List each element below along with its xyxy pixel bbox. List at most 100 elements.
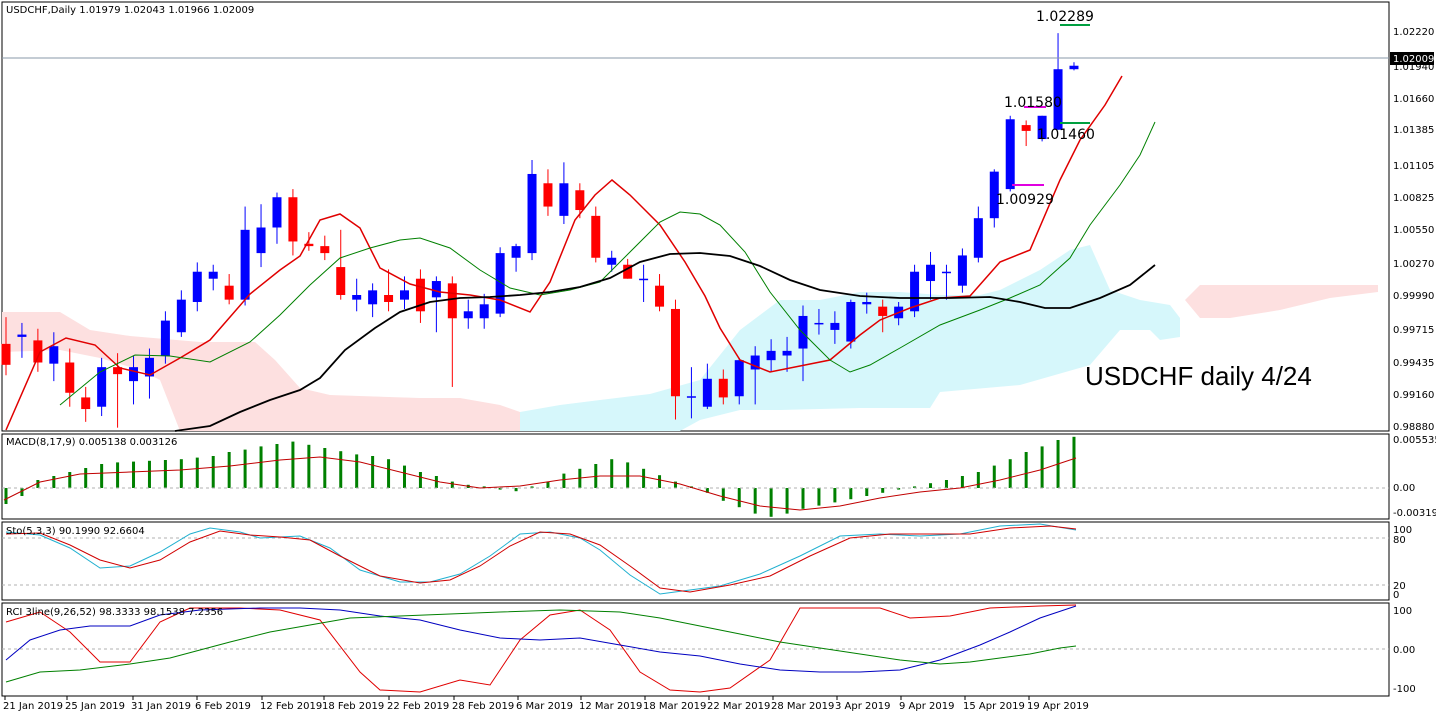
macd-bar	[610, 459, 614, 488]
candle-body	[718, 378, 728, 398]
time-tick: 3 Apr 2019	[835, 701, 890, 712]
macd-bar	[147, 460, 151, 488]
candle-body	[607, 257, 617, 265]
macd-bar	[116, 462, 120, 488]
macd-bar	[52, 476, 56, 488]
price-tick: 0.99715	[1393, 325, 1434, 336]
macd-bar	[849, 488, 853, 500]
candle-body	[224, 285, 234, 300]
candle-body	[192, 271, 202, 302]
candle-body	[17, 334, 27, 337]
macd-bar	[418, 472, 422, 488]
macd-bar	[179, 459, 183, 488]
price-tick: 1.00550	[1393, 225, 1434, 236]
time-tick: 18 Feb 2019	[322, 701, 384, 712]
macd-bar	[753, 488, 757, 514]
price-tick: 0.99990	[1393, 291, 1434, 302]
macd-tick: -0.003199	[1393, 508, 1436, 519]
candle-body	[479, 304, 489, 319]
time-tick: 25 Jan 2019	[65, 701, 125, 712]
price-tick: 1.00270	[1393, 259, 1434, 270]
candle-body	[384, 295, 394, 302]
macd-histogram	[4, 436, 1076, 517]
time-tick: 12 Mar 2019	[579, 701, 642, 712]
time-tick: 19 Apr 2019	[1027, 701, 1089, 712]
candle-body	[639, 278, 649, 281]
macd-bar	[132, 461, 136, 488]
annotation-peak2: 1.01580	[1004, 95, 1062, 111]
macd-bar	[227, 452, 231, 488]
candle-body	[320, 246, 330, 254]
candle-body	[941, 271, 951, 274]
time-tick: 22 Feb 2019	[387, 701, 449, 712]
candle-body	[670, 308, 680, 397]
macd-bar	[1072, 436, 1076, 488]
macd-bar	[323, 448, 327, 488]
candle-body	[830, 322, 840, 330]
candle-body	[65, 362, 75, 393]
macd-bar	[881, 488, 885, 493]
time-tick: 22 Mar 2019	[707, 701, 770, 712]
rci-long-line	[5, 609, 1077, 683]
candle-body	[1005, 119, 1015, 190]
macd-bar	[339, 451, 343, 488]
time-tick: 6 Mar 2019	[516, 701, 573, 712]
macd-bar	[387, 459, 391, 488]
candle-body	[543, 183, 553, 207]
time-tick: 6 Feb 2019	[195, 701, 251, 712]
candle-body	[336, 267, 346, 295]
macd-bar	[976, 472, 980, 488]
candle-body	[431, 281, 441, 298]
rci-tick: 100	[1393, 606, 1412, 617]
candle-body	[1069, 65, 1079, 70]
candle-body	[798, 315, 808, 349]
macd-tick: 0.005535	[1393, 435, 1436, 446]
candle-body	[49, 346, 59, 364]
candle-body	[782, 350, 792, 356]
candle-body	[734, 360, 744, 397]
macd-bar	[737, 488, 741, 508]
macd-bar	[944, 480, 948, 488]
rci-tick: 0.00	[1393, 645, 1415, 656]
macd-bar	[259, 446, 263, 488]
macd-bar	[626, 462, 630, 488]
macd-bar	[514, 488, 518, 492]
price-tick: 1.01385	[1393, 125, 1434, 136]
time-tick: 9 Apr 2019	[899, 701, 954, 712]
macd-bar	[163, 460, 167, 488]
price-tick: 0.99160	[1393, 390, 1434, 401]
time-tick: 28 Mar 2019	[771, 701, 834, 712]
candle-body	[878, 306, 888, 316]
annotation-low2: 1.01460	[1037, 127, 1095, 143]
macd-bar	[307, 444, 311, 488]
candle-body	[129, 367, 139, 382]
sto-panel-frame	[1, 521, 1390, 601]
macd-tick: 0.00	[1393, 483, 1415, 494]
candle-body	[559, 183, 569, 216]
time-tick: 28 Feb 2019	[452, 701, 514, 712]
macd-panel-frame	[1, 433, 1390, 520]
candle-body	[81, 397, 91, 410]
macd-bar	[434, 476, 438, 488]
macd-bar	[546, 481, 550, 488]
current-price-label: 1.02009	[1393, 54, 1434, 65]
macd-bar	[450, 481, 454, 488]
time-tick: 18 Mar 2019	[643, 701, 706, 712]
candle-body	[591, 215, 601, 258]
candle-body	[686, 396, 696, 398]
macd-bar	[355, 454, 359, 488]
macd-bar	[68, 472, 72, 488]
annotation-high: 1.02289	[1036, 9, 1094, 25]
rci-label: RCI 3line(9,26,52) 98.3333 98.1538 7.235…	[6, 607, 223, 618]
candle-body	[1, 343, 11, 365]
candle-body	[256, 227, 266, 254]
macd-bar	[1008, 459, 1012, 488]
candle-body	[766, 350, 776, 361]
candle-body	[511, 246, 521, 258]
chart-watermark: USDCHF daily 4/24	[1085, 361, 1312, 391]
cloud-bear-area-2	[1185, 285, 1378, 318]
candle-body	[176, 299, 186, 333]
candle-body	[463, 311, 473, 319]
sto-tick: 80	[1393, 535, 1406, 546]
time-axis: 21 Jan 2019 25 Jan 2019 31 Jan 2019 6 Feb 2…	[3, 696, 1089, 712]
